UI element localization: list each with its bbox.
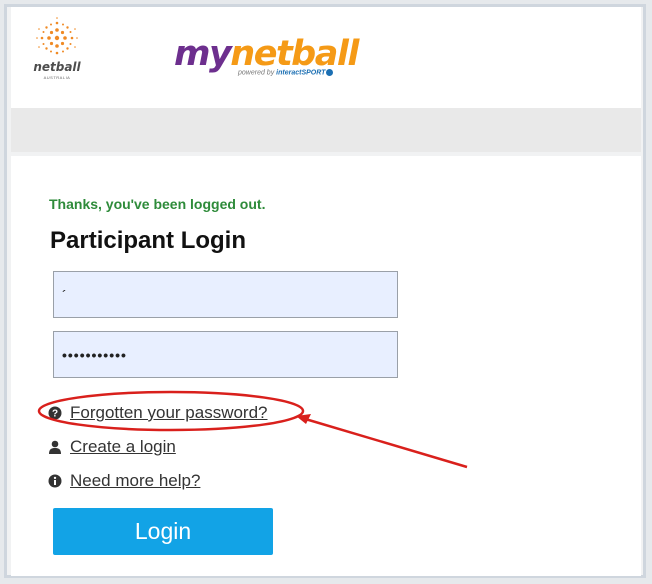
svg-text:?: ? bbox=[52, 409, 58, 420]
help-row: Need more help? bbox=[48, 471, 200, 491]
logout-notice: Thanks, you've been logged out. bbox=[49, 196, 266, 212]
header-band bbox=[11, 108, 641, 152]
netball-logo-word: netball bbox=[33, 60, 81, 74]
question-circle-icon: ? bbox=[48, 406, 62, 420]
mynetball-wordmark: mynetball bbox=[174, 34, 359, 74]
netball-australia-logo[interactable]: netball AUSTRALIA bbox=[27, 16, 87, 86]
powered-by-text: powered by interactSPORT bbox=[238, 69, 334, 77]
netball-burst-icon bbox=[36, 17, 78, 55]
login-button[interactable]: Login bbox=[53, 508, 273, 555]
create-login-row: Create a login bbox=[48, 437, 176, 457]
username-field[interactable] bbox=[53, 271, 398, 318]
forgot-password-link[interactable]: Forgotten your password? bbox=[70, 403, 268, 423]
interactsport-brand: interactSPORT bbox=[276, 69, 326, 77]
user-icon bbox=[48, 440, 62, 454]
create-login-link[interactable]: Create a login bbox=[70, 437, 176, 457]
mynetball-netball: netball bbox=[230, 34, 359, 74]
powered-by-label: powered by bbox=[238, 69, 275, 77]
info-circle-icon bbox=[48, 474, 62, 488]
page-title: Participant Login bbox=[50, 227, 247, 254]
mynetball-my: my bbox=[174, 34, 232, 74]
password-field[interactable] bbox=[53, 331, 398, 378]
help-link[interactable]: Need more help? bbox=[70, 471, 200, 491]
interactsport-dot-icon bbox=[326, 69, 334, 76]
forgot-password-row: ? Forgotten your password? bbox=[48, 403, 268, 423]
mynetball-logo[interactable]: mynetball powered by interactSPORT bbox=[174, 34, 359, 81]
netball-logo-sub: AUSTRALIA bbox=[43, 75, 71, 80]
